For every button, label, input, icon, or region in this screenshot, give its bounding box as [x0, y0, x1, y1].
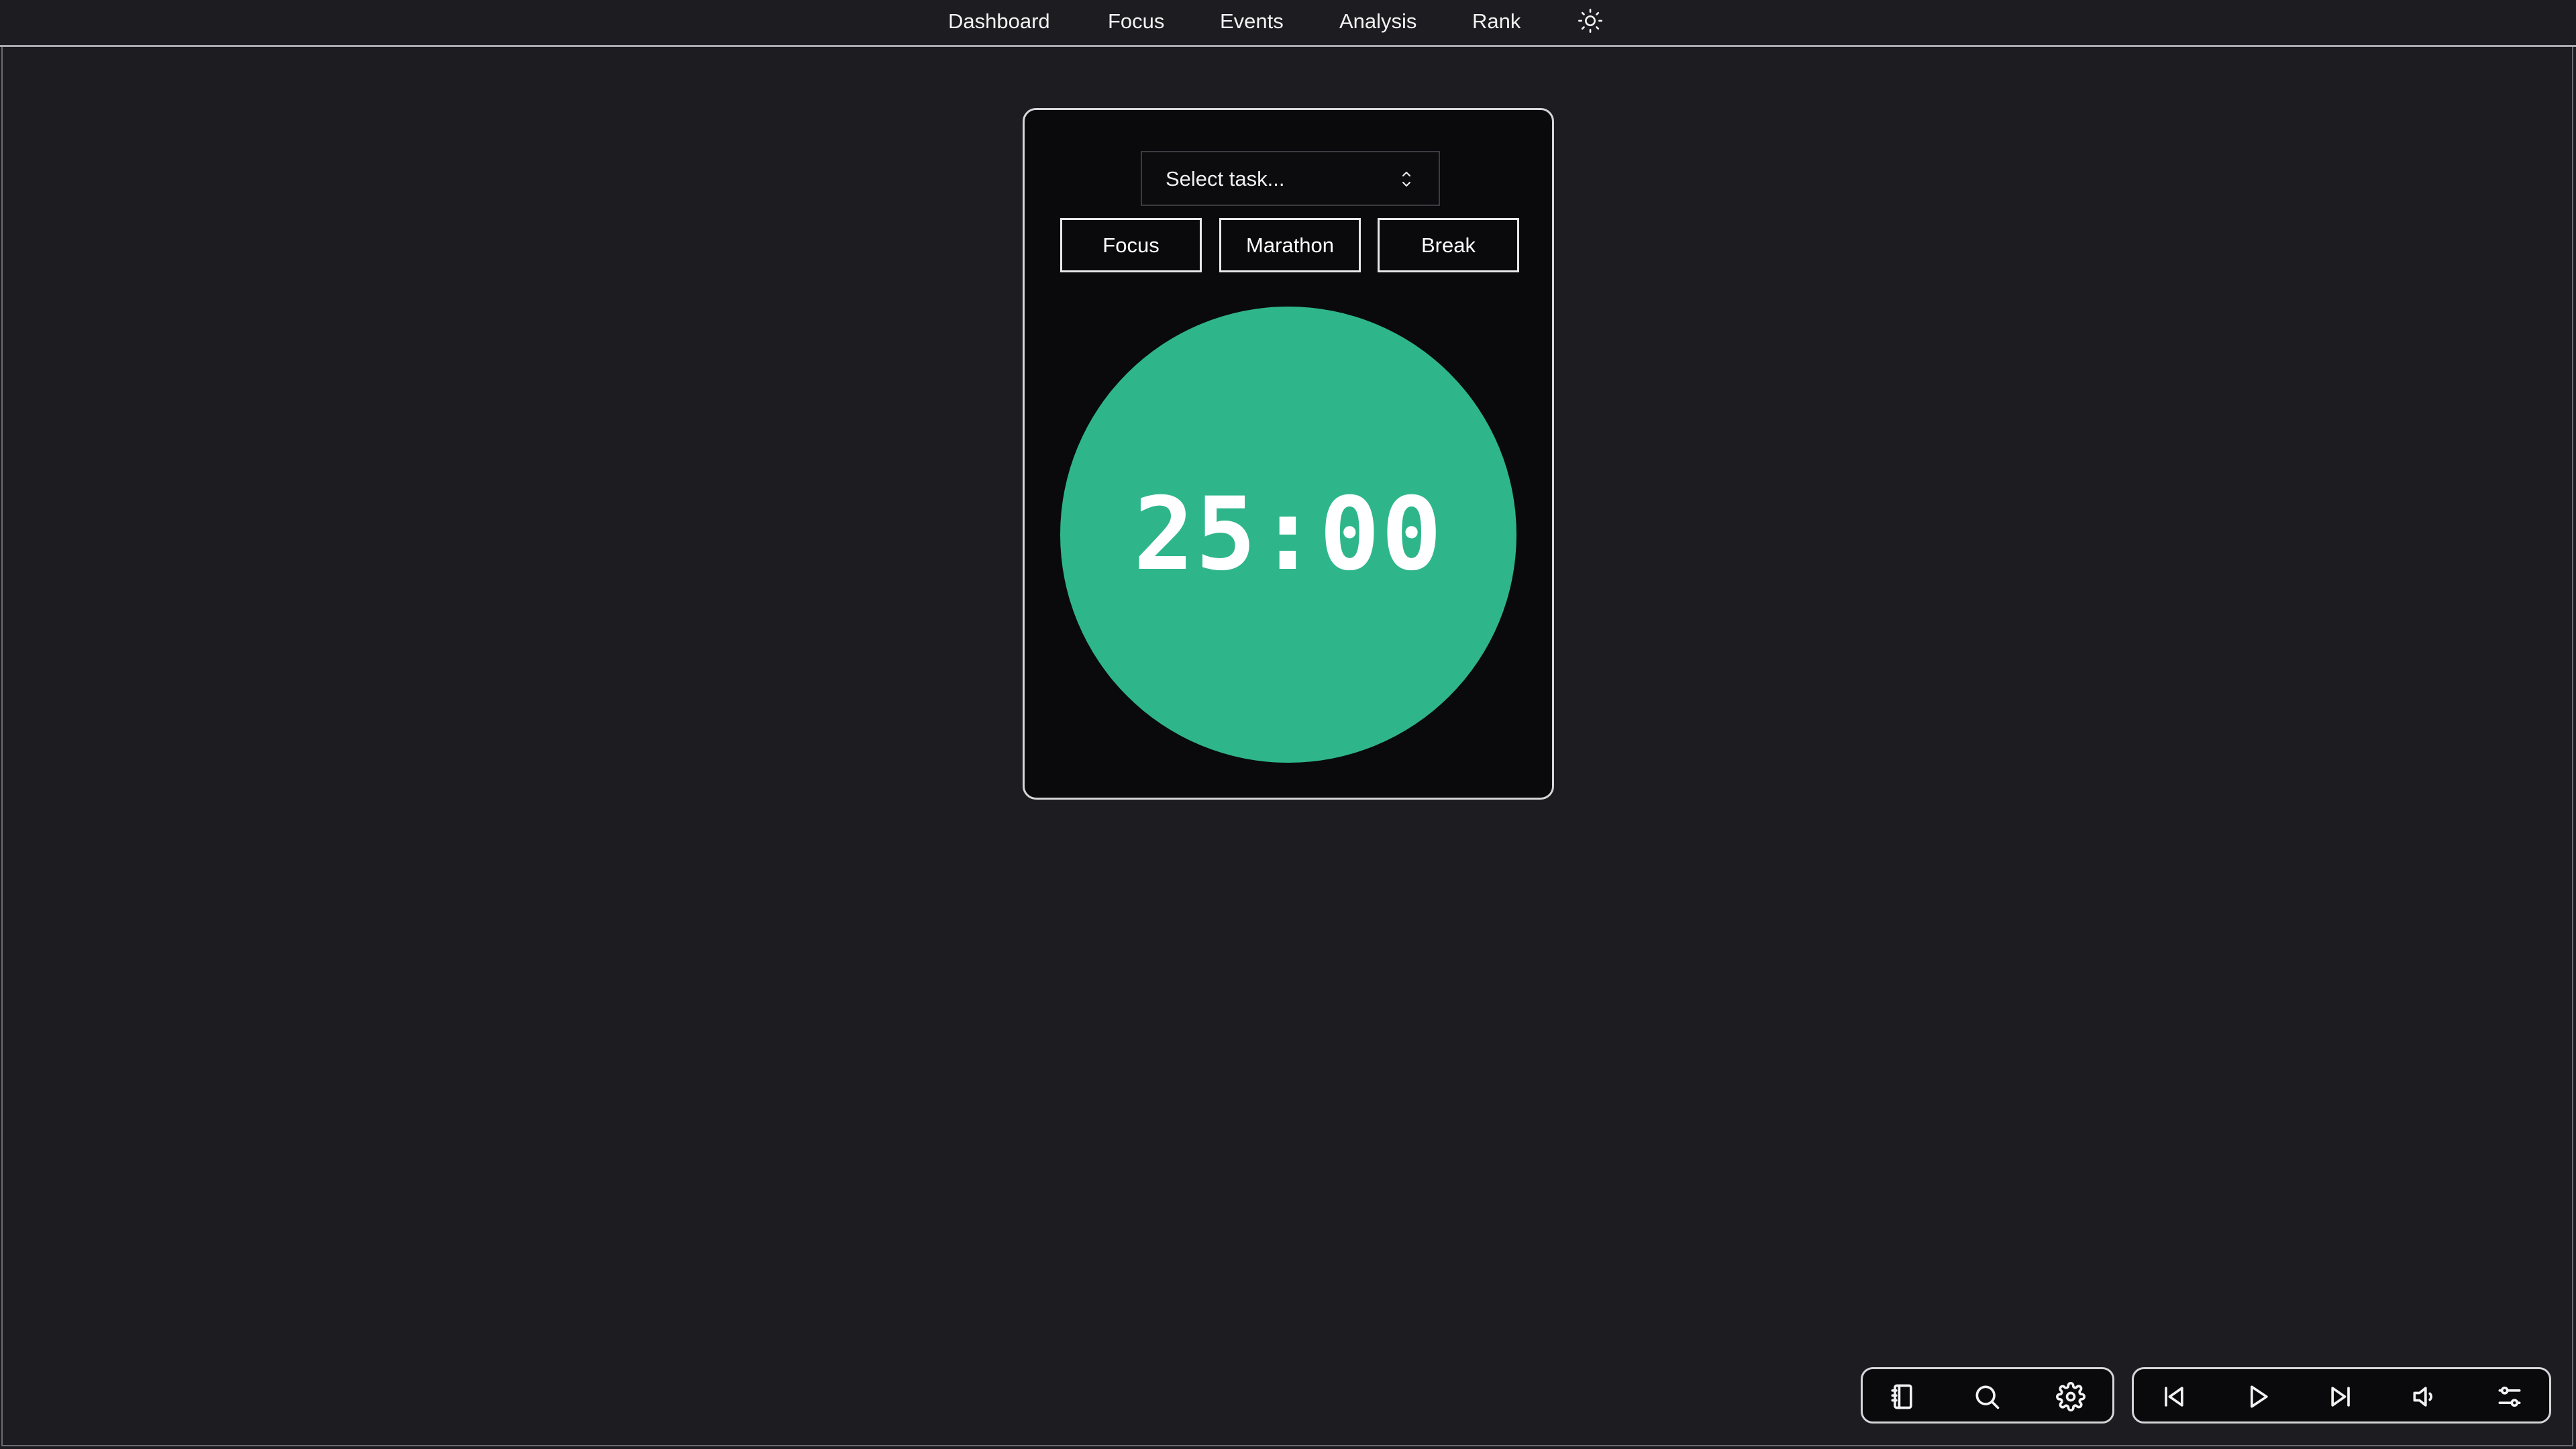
timer-circle[interactable]: 25:00: [1060, 307, 1516, 763]
utility-toolbar: [1861, 1367, 2114, 1424]
nav-dashboard[interactable]: Dashboard: [948, 8, 1050, 35]
chevron-up-down-icon: [1398, 166, 1414, 193]
nav-rank[interactable]: Rank: [1472, 8, 1521, 35]
marathon-mode-button[interactable]: Marathon: [1219, 218, 1361, 272]
nav-analysis[interactable]: Analysis: [1339, 8, 1416, 35]
player-toolbar: [2132, 1367, 2551, 1424]
sun-icon[interactable]: [1577, 7, 1604, 34]
nav-events[interactable]: Events: [1220, 8, 1284, 35]
gear-icon[interactable]: [2056, 1382, 2085, 1411]
break-mode-button[interactable]: Break: [1378, 218, 1519, 272]
timer-card: Select task... Focus Marathon Break 25:0…: [1023, 108, 1554, 800]
top-nav: Dashboard Focus Events Analysis Rank: [0, 0, 2576, 47]
focus-mode-button[interactable]: Focus: [1060, 218, 1202, 272]
notebook-icon[interactable]: [1888, 1382, 1917, 1411]
sliders-icon[interactable]: [2495, 1382, 2524, 1411]
skip-forward-icon[interactable]: [2326, 1382, 2356, 1411]
nav-focus[interactable]: Focus: [1108, 8, 1164, 35]
skip-back-icon[interactable]: [2159, 1382, 2188, 1411]
volume-icon[interactable]: [2410, 1382, 2439, 1411]
play-icon[interactable]: [2243, 1382, 2273, 1411]
timer-display: 25:00: [1133, 476, 1443, 593]
task-select-placeholder: Select task...: [1166, 167, 1285, 191]
task-select[interactable]: Select task...: [1141, 151, 1440, 206]
search-icon[interactable]: [1972, 1382, 2002, 1411]
